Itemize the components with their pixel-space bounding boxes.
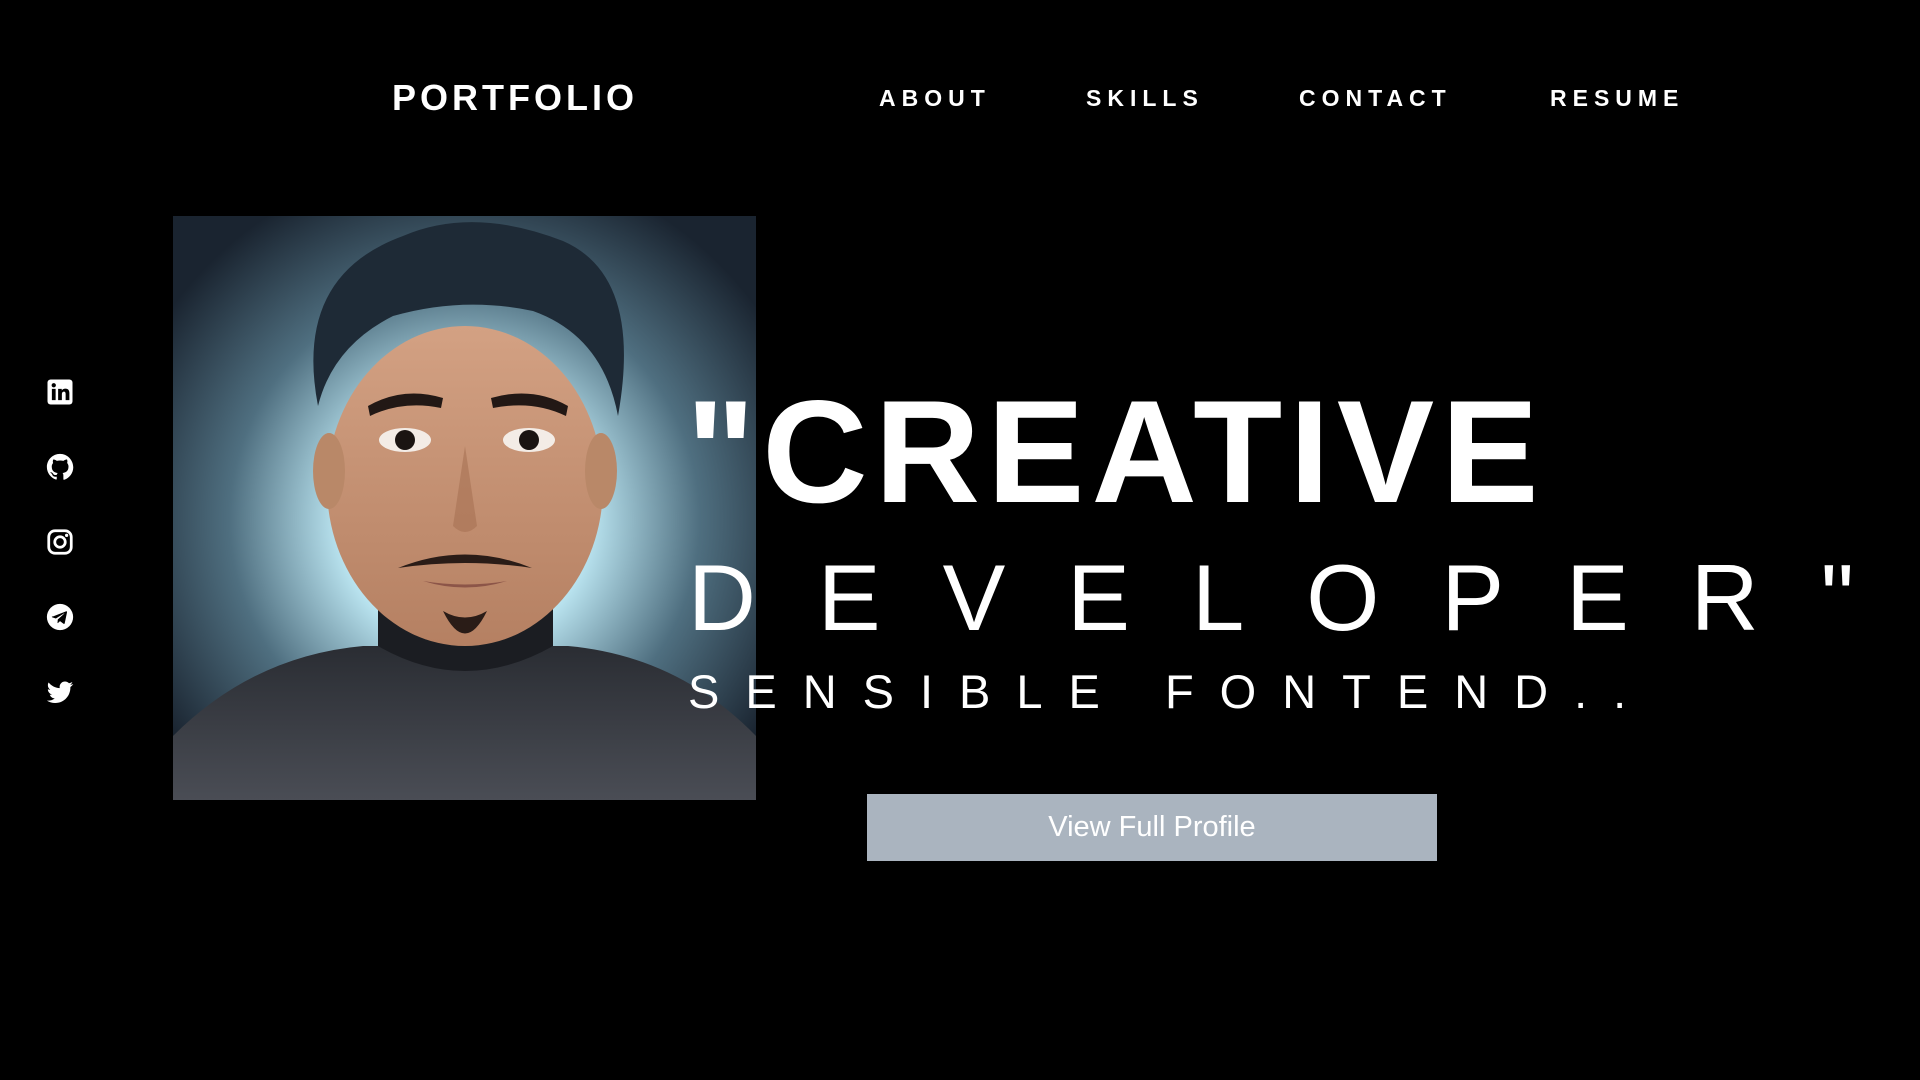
nav-contact[interactable]: CONTACT	[1299, 84, 1452, 112]
hero-tagline: SENSIBLE FONTEND..	[688, 665, 1653, 718]
nav-about[interactable]: ABOUT	[879, 84, 991, 112]
linkedin-icon	[47, 379, 73, 405]
hero-headline-developer: DEVELOPER"	[688, 545, 1917, 650]
nav-resume[interactable]: RESUME	[1550, 84, 1684, 112]
nav-skills[interactable]: SKILLS	[1086, 84, 1204, 112]
view-full-profile-button[interactable]: View Full Profile	[867, 794, 1437, 861]
instagram-link[interactable]	[42, 524, 78, 560]
hero-headline-creative: "CREATIVE	[686, 370, 1546, 533]
profile-portrait	[173, 216, 756, 800]
linkedin-link[interactable]	[42, 374, 78, 410]
instagram-icon	[47, 529, 73, 555]
portrait-illustration	[173, 216, 756, 800]
telegram-link[interactable]	[42, 599, 78, 635]
twitter-link[interactable]	[42, 674, 78, 710]
telegram-icon	[46, 603, 74, 631]
main-nav: ABOUT SKILLS CONTACT RESUME	[0, 84, 1920, 112]
github-link[interactable]	[42, 449, 78, 485]
twitter-icon	[46, 681, 74, 703]
github-icon	[46, 453, 74, 480]
